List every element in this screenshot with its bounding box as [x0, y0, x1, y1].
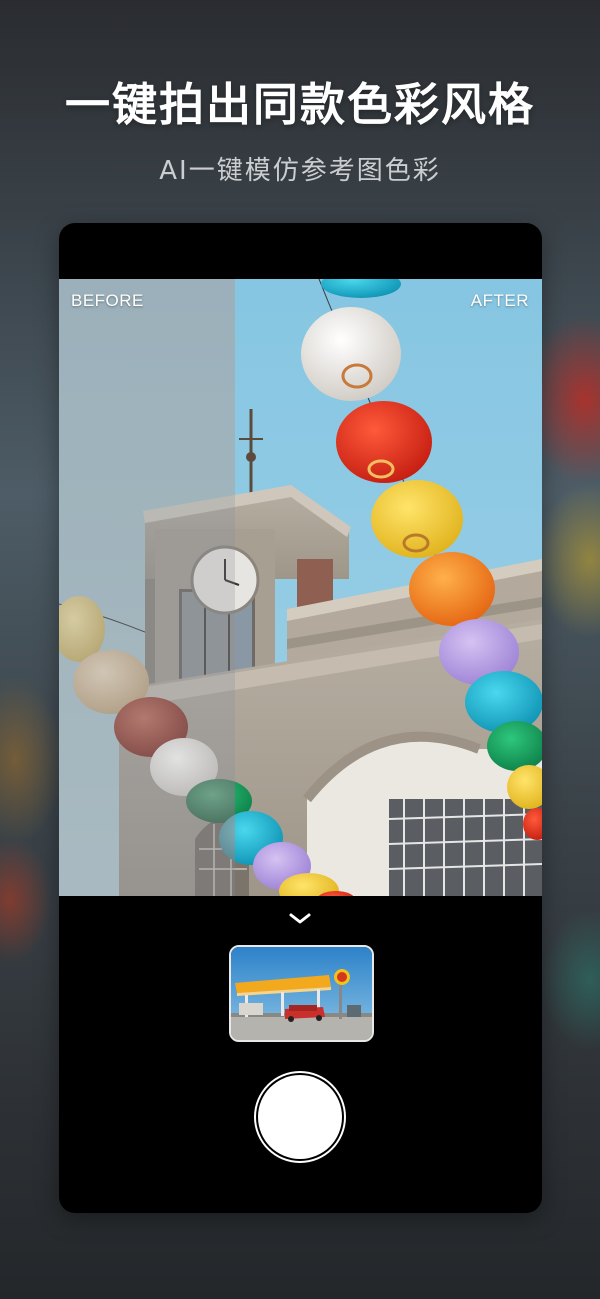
before-half	[59, 279, 235, 896]
subheadline: AI一键模仿参考图色彩	[159, 156, 441, 186]
chevron-down-icon[interactable]	[289, 913, 311, 925]
screen: { "headline": "一键拍出同款色彩风格", "subheadline…	[0, 0, 600, 1299]
phone-mockup: BEFORE AFTER	[59, 223, 542, 1213]
headline: 一键拍出同款色彩风格	[64, 78, 535, 131]
reference-image-thumbnail[interactable]	[229, 945, 374, 1042]
shutter-button[interactable]	[258, 1075, 342, 1159]
after-label: AFTER	[470, 291, 529, 310]
before-after-preview[interactable]: BEFORE AFTER	[59, 279, 542, 896]
gas-station-image	[231, 947, 372, 1040]
before-label: BEFORE	[71, 291, 144, 310]
